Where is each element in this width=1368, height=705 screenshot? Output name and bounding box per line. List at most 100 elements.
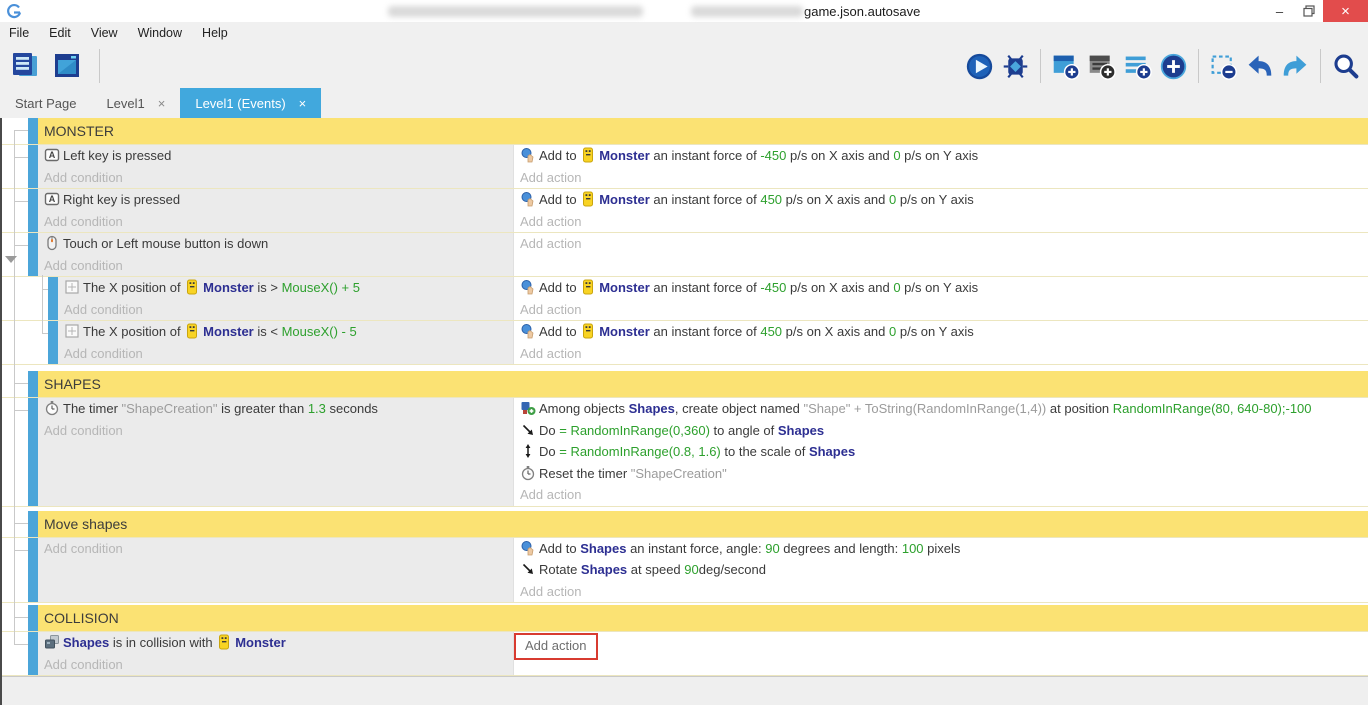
- text-segment: MouseX() + 5: [282, 280, 360, 295]
- text-segment: "ShapeCreation": [122, 401, 218, 416]
- text-segment: = RandomInRange(0.8, 1.6): [559, 444, 721, 459]
- add-condition-link[interactable]: Add condition: [44, 255, 513, 277]
- actions-cell: Add action: [513, 632, 1368, 675]
- search-button[interactable]: [1329, 50, 1362, 83]
- conditions-cell: Touch or Left mouse button is downAdd co…: [38, 233, 513, 276]
- action-line[interactable]: Add to Monster an instant force of 450 p…: [520, 189, 1368, 211]
- restore-button[interactable]: [1294, 0, 1323, 22]
- tree-gutter: [2, 145, 28, 188]
- keyboard-icon: A: [44, 191, 60, 207]
- add-action-link-highlighted[interactable]: Add action: [514, 633, 598, 660]
- add-action-link[interactable]: Add action: [520, 236, 581, 251]
- tab-start-page[interactable]: Start Page: [0, 88, 91, 118]
- add-condition-link[interactable]: Add condition: [44, 167, 513, 189]
- add-comment-button[interactable]: [1121, 50, 1154, 83]
- add-event-icon: [1051, 52, 1080, 81]
- menu-item-edit[interactable]: Edit: [39, 22, 81, 44]
- remove-event-button[interactable]: [1207, 50, 1240, 83]
- menu-item-window[interactable]: Window: [128, 22, 192, 44]
- condition-line[interactable]: The X position of Monster is > MouseX() …: [64, 277, 513, 299]
- minimize-button[interactable]: –: [1265, 0, 1294, 22]
- tab-close-icon[interactable]: ×: [158, 96, 166, 111]
- event-row[interactable]: Touch or Left mouse button is downAdd co…: [2, 233, 1368, 277]
- text-segment: an instant force of: [650, 192, 761, 207]
- add-circle-button[interactable]: [1157, 50, 1190, 83]
- condition-line[interactable]: ARight key is pressed: [44, 189, 513, 211]
- event-row[interactable]: ARight key is pressedAdd condition Add to…: [2, 189, 1368, 233]
- tab-level1[interactable]: Level1×: [91, 88, 180, 118]
- add-action-link[interactable]: Add action: [520, 302, 581, 317]
- event-row[interactable]: The X position of Monster is > MouseX() …: [2, 277, 1368, 321]
- close-button[interactable]: ×: [1323, 0, 1368, 22]
- group-header-label[interactable]: MONSTER: [38, 118, 1368, 144]
- add-condition-link[interactable]: Add condition: [64, 343, 513, 365]
- add-action-link[interactable]: Add action: [520, 170, 581, 185]
- add-action-link[interactable]: Add action: [520, 346, 581, 361]
- action-line[interactable]: Reset the timer "ShapeCreation": [520, 463, 1368, 485]
- text-segment: is <: [254, 324, 282, 339]
- debug-button[interactable]: [999, 50, 1032, 83]
- menu-item-view[interactable]: View: [81, 22, 128, 44]
- add-condition-link[interactable]: Add condition: [44, 211, 513, 233]
- condition-line[interactable]: ALeft key is pressed: [44, 145, 513, 167]
- event-row[interactable]: The timer "ShapeCreation" is greater tha…: [2, 398, 1368, 507]
- event-row[interactable]: Add condition Add to Shapes an instant fo…: [2, 538, 1368, 604]
- add-event-button[interactable]: [1049, 50, 1082, 83]
- force-icon: [520, 147, 536, 163]
- action-line[interactable]: Add to Shapes an instant force, angle: 9…: [520, 538, 1368, 560]
- tree-gutter: [2, 189, 28, 232]
- actions-cell: Add to Shapes an instant force, angle: 9…: [513, 538, 1368, 603]
- toolbar-separator: [1198, 49, 1199, 83]
- condition-line[interactable]: The X position of Monster is < MouseX() …: [64, 321, 513, 343]
- add-action-link[interactable]: Add action: [520, 214, 581, 229]
- group-header-label[interactable]: COLLISION: [38, 605, 1368, 631]
- scene-window-button[interactable]: [49, 48, 85, 84]
- collision-icon: [44, 634, 60, 650]
- action-line[interactable]: Add to Monster an instant force of -450 …: [520, 145, 1368, 167]
- text-segment: 1.3: [308, 401, 326, 416]
- text-segment: seconds: [326, 401, 378, 416]
- add-action-link[interactable]: Add action: [520, 584, 581, 599]
- event-group-row[interactable]: COLLISION: [2, 605, 1368, 632]
- action-line[interactable]: Do = RandomInRange(0,360) to angle of Sh…: [520, 420, 1368, 442]
- add-condition-link[interactable]: Add condition: [44, 654, 513, 676]
- action-line[interactable]: Add to Monster an instant force of 450 p…: [520, 321, 1368, 343]
- text-segment: Do: [539, 444, 559, 459]
- add-condition-link[interactable]: Add condition: [64, 299, 513, 321]
- condition-line[interactable]: Touch or Left mouse button is down: [44, 233, 513, 255]
- text-segment: Left key is pressed: [63, 148, 171, 163]
- tab-level1-events-[interactable]: Level1 (Events)×: [180, 88, 321, 118]
- condition-line[interactable]: The timer "ShapeCreation" is greater tha…: [44, 398, 513, 420]
- add-condition-link[interactable]: Add condition: [44, 420, 513, 442]
- play-button[interactable]: [963, 50, 996, 83]
- tree-gutter: [2, 511, 28, 537]
- redo-button[interactable]: [1279, 50, 1312, 83]
- event-row[interactable]: Shapes is in collision with MonsterAdd c…: [2, 632, 1368, 676]
- menu-item-help[interactable]: Help: [192, 22, 238, 44]
- action-line[interactable]: Do = RandomInRange(0.8, 1.6) to the scal…: [520, 441, 1368, 463]
- text-segment: Monster: [203, 324, 254, 339]
- tab-close-icon[interactable]: ×: [299, 96, 307, 111]
- event-group-row[interactable]: Move shapes: [2, 511, 1368, 538]
- add-circle-icon: [1159, 52, 1188, 81]
- event-row[interactable]: ALeft key is pressedAdd condition Add to …: [2, 145, 1368, 189]
- project-manager-button[interactable]: [7, 48, 43, 84]
- collapse-arrow-icon[interactable]: [5, 256, 17, 263]
- text-segment: p/s on Y axis: [901, 148, 979, 163]
- toolbar-separator: [1320, 49, 1321, 83]
- condition-line[interactable]: Shapes is in collision with Monster: [44, 632, 513, 654]
- add-condition-link[interactable]: Add condition: [44, 538, 513, 560]
- event-group-row[interactable]: MONSTER: [2, 118, 1368, 145]
- event-row[interactable]: The X position of Monster is < MouseX() …: [2, 321, 1368, 365]
- action-line[interactable]: Add to Monster an instant force of -450 …: [520, 277, 1368, 299]
- event-left-bar: [28, 632, 38, 675]
- add-action-link[interactable]: Add action: [520, 487, 581, 502]
- undo-button[interactable]: [1243, 50, 1276, 83]
- menu-item-file[interactable]: File: [0, 22, 39, 44]
- action-line[interactable]: Rotate Shapes at speed 90deg/second: [520, 559, 1368, 581]
- event-group-row[interactable]: SHAPES: [2, 371, 1368, 398]
- action-line[interactable]: Among objects Shapes, create object name…: [520, 398, 1368, 420]
- group-header-label[interactable]: Move shapes: [38, 511, 1368, 537]
- group-header-label[interactable]: SHAPES: [38, 371, 1368, 397]
- add-subevent-button[interactable]: [1085, 50, 1118, 83]
